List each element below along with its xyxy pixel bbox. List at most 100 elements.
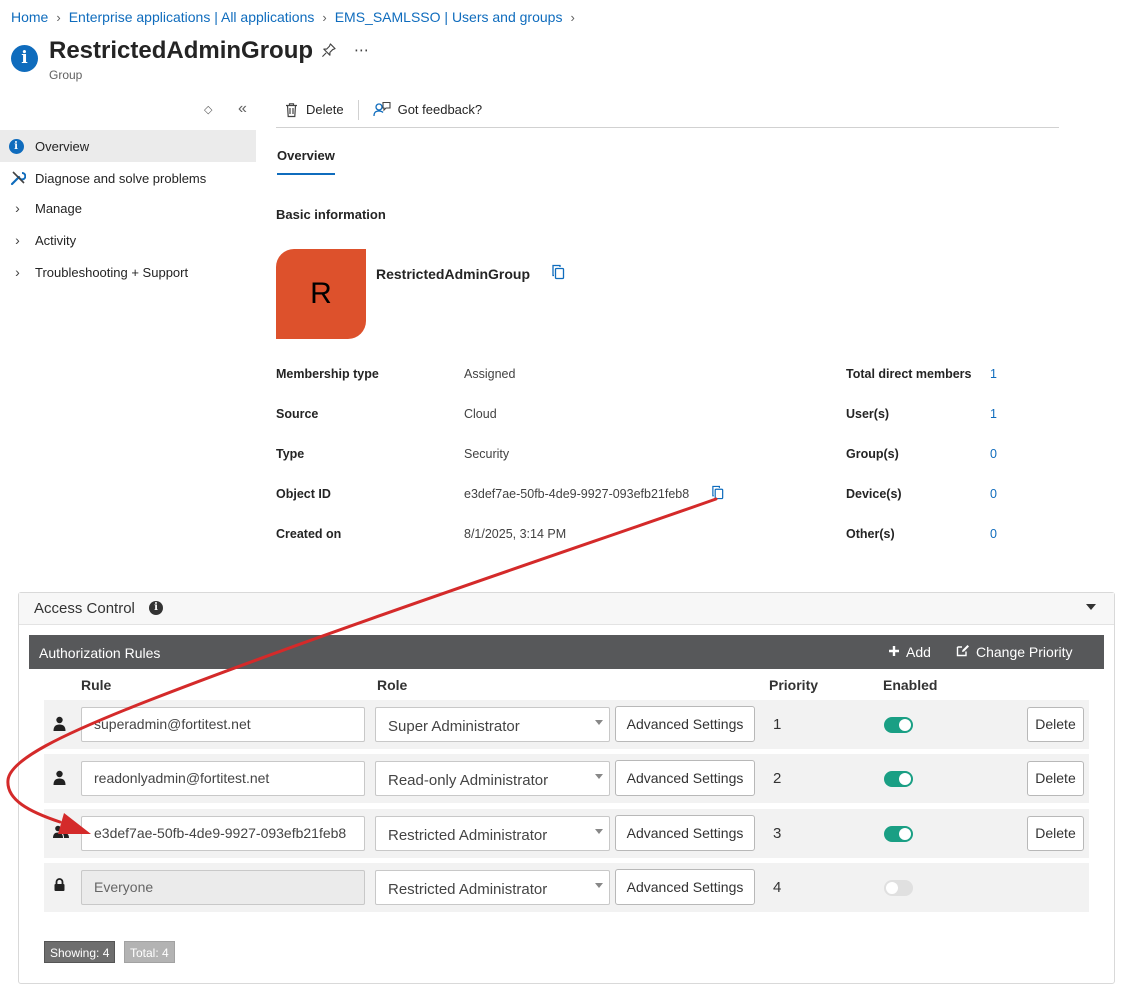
access-control-title: Access Control — [34, 600, 135, 617]
toggle-knob — [886, 882, 898, 894]
add-rule-button[interactable]: Add — [888, 644, 931, 660]
sidebar-item-diagnose[interactable]: Diagnose and solve problems — [0, 162, 256, 194]
count-label-others: Other(s) — [846, 527, 895, 541]
advanced-settings-button[interactable]: Advanced Settings — [615, 869, 755, 905]
breadcrumb-enterprise-apps[interactable]: Enterprise applications | All applicatio… — [69, 9, 315, 25]
access-control-header[interactable]: Access Control i — [19, 593, 1114, 625]
sidebar-item-activity[interactable]: › Activity — [0, 224, 256, 256]
chevron-right-icon: › — [15, 264, 20, 280]
advanced-settings-button[interactable]: Advanced Settings — [615, 706, 755, 742]
table-row: superadmin@fortitest.net Super Administr… — [44, 700, 1089, 749]
sidebar-item-label: Manage — [35, 200, 82, 216]
delete-rule-button[interactable]: Delete — [1027, 707, 1084, 742]
divider — [357, 99, 359, 120]
sidebar-item-overview[interactable]: i Overview — [0, 130, 256, 162]
info-icon: i — [8, 138, 24, 154]
rule-input[interactable]: e3def7ae-50fb-4de9-9927-093efb21feb8 — [81, 816, 365, 851]
caret-down-icon — [595, 883, 603, 888]
chevron-right-icon: › — [15, 232, 20, 248]
toggle-knob — [899, 828, 911, 840]
priority-value: 3 — [773, 825, 782, 842]
advanced-settings-button[interactable]: Advanced Settings — [615, 815, 755, 851]
role-select[interactable]: Super Administrator — [375, 707, 610, 742]
column-header-role: Role — [377, 677, 408, 693]
caret-down-icon — [595, 774, 603, 779]
authorization-rules-title: Authorization Rules — [39, 645, 161, 661]
enabled-toggle[interactable] — [884, 717, 913, 733]
rule-input: Everyone — [81, 870, 365, 905]
role-select[interactable]: Restricted Administrator — [375, 870, 610, 905]
collapse-sidebar-icon[interactable]: « — [238, 100, 247, 118]
priority-value: 4 — [773, 879, 782, 896]
pin-icon[interactable] — [321, 43, 336, 62]
table-row: readonlyadmin@fortitest.net Read-only Ad… — [44, 754, 1089, 803]
page-title: RestrictedAdminGroup — [49, 37, 314, 64]
role-select[interactable]: Restricted Administrator — [375, 816, 610, 851]
caret-down-icon[interactable] — [1086, 604, 1096, 610]
section-title: Basic information — [276, 207, 386, 222]
showing-count-badge: Showing: 4 — [44, 941, 116, 963]
enabled-toggle[interactable] — [884, 880, 913, 896]
delete-rule-button[interactable]: Delete — [1027, 761, 1084, 796]
priority-value: 1 — [773, 716, 782, 733]
delete-button[interactable]: Delete — [276, 92, 352, 127]
change-priority-button[interactable]: Change Priority — [956, 644, 1073, 660]
prop-label-type: Type — [276, 447, 305, 461]
prop-value-source: Cloud — [464, 407, 497, 421]
advanced-settings-button[interactable]: Advanced Settings — [615, 760, 755, 796]
count-label-groups: Group(s) — [846, 447, 899, 461]
priority-value: 2 — [773, 770, 782, 787]
delete-label: Delete — [306, 102, 344, 117]
enabled-toggle[interactable] — [884, 826, 913, 842]
edit-icon — [956, 644, 970, 660]
prop-value-object-id: e3def7ae-50fb-4de9-9927-093efb21feb8 — [464, 487, 690, 501]
count-value-groups[interactable]: 0 — [990, 447, 997, 461]
role-select-value: Restricted Administrator — [388, 827, 548, 844]
count-label-devices: Device(s) — [846, 487, 902, 501]
role-select[interactable]: Read-only Administrator — [375, 761, 610, 796]
more-options-icon[interactable]: ⋯ — [354, 41, 370, 59]
prop-value-membership-type: Assigned — [464, 367, 516, 381]
count-value-total-members[interactable]: 1 — [990, 367, 997, 381]
breadcrumb-home[interactable]: Home — [11, 9, 48, 25]
info-icon: i — [11, 45, 38, 72]
enabled-toggle[interactable] — [884, 771, 913, 787]
tab-overview[interactable]: Overview — [277, 148, 335, 175]
rule-input[interactable]: readonlyadmin@fortitest.net — [81, 761, 365, 796]
count-label-users: User(s) — [846, 407, 890, 421]
sidebar-item-manage[interactable]: › Manage — [0, 192, 256, 224]
lock-icon — [54, 878, 65, 894]
chevron-right-icon: › — [570, 9, 575, 25]
count-label-total-members: Total direct members — [846, 367, 972, 381]
prop-value-type: Security — [464, 447, 510, 461]
feedback-icon — [372, 101, 391, 118]
role-select-value: Super Administrator — [388, 718, 520, 735]
group-name: RestrictedAdminGroup — [376, 266, 531, 282]
count-value-devices[interactable]: 0 — [990, 487, 997, 501]
sidebar-item-label: Activity — [35, 232, 77, 248]
breadcrumb-app-users-groups[interactable]: EMS_SAMLSSO | Users and groups — [335, 9, 563, 25]
table-row: e3def7ae-50fb-4de9-9927-093efb21feb8 Res… — [44, 809, 1089, 858]
chevron-right-icon: › — [15, 200, 20, 216]
sidebar-item-troubleshooting[interactable]: › Troubleshooting + Support — [0, 256, 256, 288]
role-select-value: Restricted Administrator — [388, 881, 548, 898]
plus-icon — [888, 644, 900, 660]
caret-down-icon — [595, 720, 603, 725]
sidebar-item-label: Overview — [35, 138, 90, 154]
prop-label-object-id: Object ID — [276, 487, 331, 501]
feedback-button[interactable]: Got feedback? — [365, 92, 491, 127]
breadcrumb: Home › Enterprise applications | All app… — [11, 9, 583, 25]
rule-input[interactable]: superadmin@fortitest.net — [81, 707, 365, 742]
change-priority-label: Change Priority — [976, 644, 1073, 660]
prop-label-membership-type: Membership type — [276, 367, 379, 381]
delete-rule-button[interactable]: Delete — [1027, 816, 1084, 851]
page-subtitle: Group — [49, 68, 83, 82]
info-icon[interactable]: i — [149, 601, 163, 615]
count-value-others[interactable]: 0 — [990, 527, 997, 541]
feedback-label: Got feedback? — [397, 102, 483, 117]
copy-icon[interactable] — [711, 485, 725, 503]
wrench-icon — [0, 170, 35, 186]
count-value-users[interactable]: 1 — [990, 407, 997, 421]
up-down-icon[interactable]: ◇ — [204, 103, 212, 116]
copy-icon[interactable] — [551, 264, 566, 283]
